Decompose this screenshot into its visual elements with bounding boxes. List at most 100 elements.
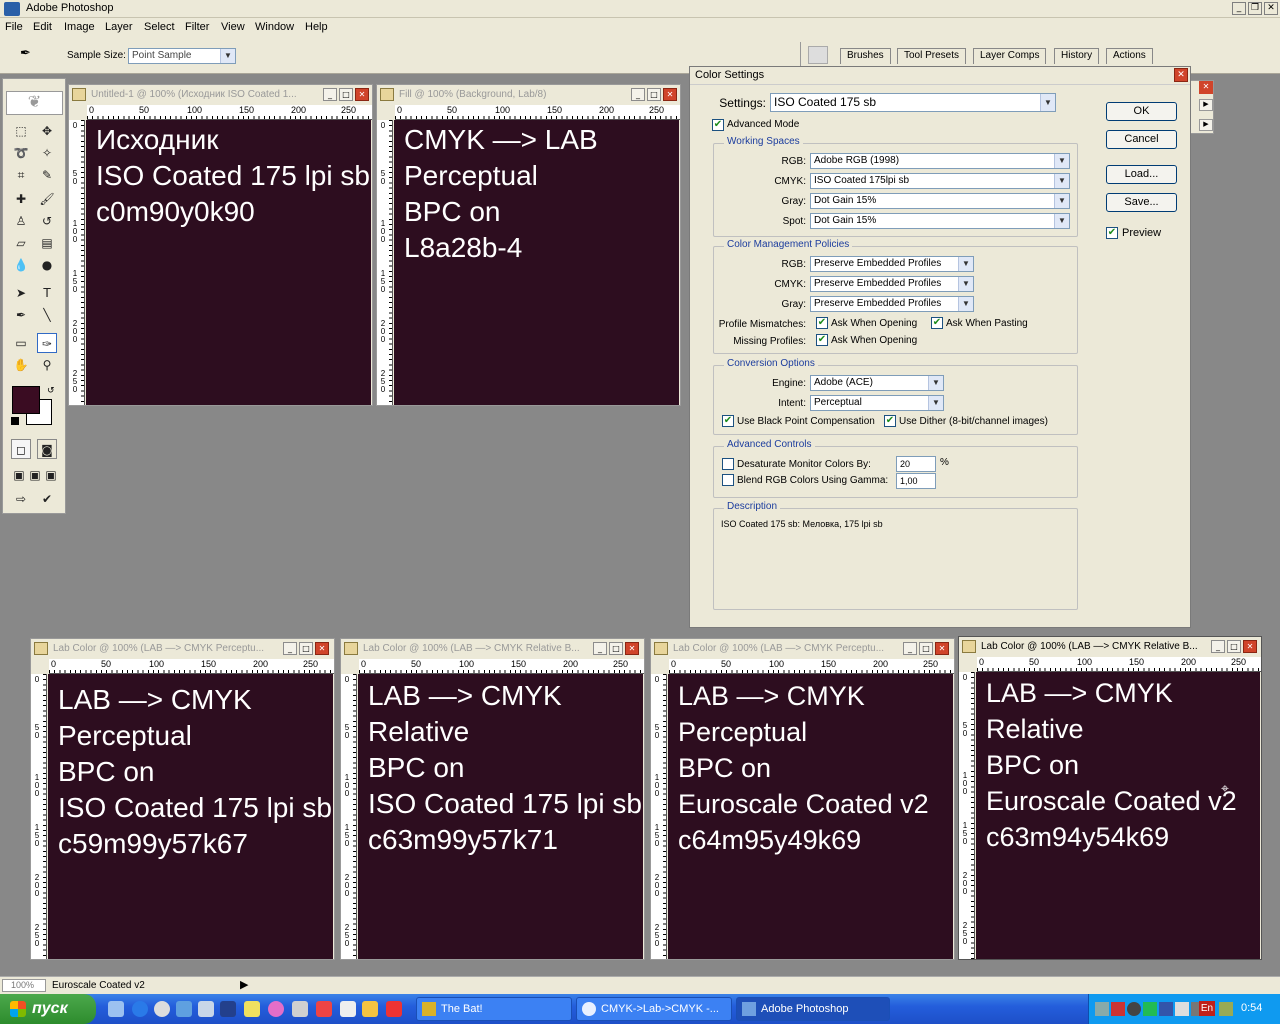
close-icon[interactable]: ✕: [663, 88, 677, 101]
task-browser[interactable]: CMYK->Lab->CMYK -...: [576, 997, 732, 1021]
document-canvas[interactable]: LAB —> CMYK Perceptual BPC on Euroscale …: [668, 674, 953, 959]
doc-title-bar[interactable]: Lab Color @ 100% (LAB —> CMYK Perceptu..…: [651, 639, 954, 659]
dialog-title-bar[interactable]: Color Settings ✕: [690, 67, 1190, 85]
ok-button[interactable]: OK: [1106, 102, 1177, 121]
sample-size-select[interactable]: Point Sample ▼: [128, 48, 236, 64]
eraser-tool-icon[interactable]: ▱: [11, 233, 31, 253]
ask-when-opening-checkbox[interactable]: ✔: [816, 317, 828, 329]
palette-menu-icon[interactable]: ▶: [1199, 119, 1213, 131]
menu-layer[interactable]: Layer: [105, 21, 133, 33]
zoom-field[interactable]: 100%: [2, 979, 46, 992]
explorer-icon[interactable]: [198, 1001, 214, 1017]
zoom-tool-icon[interactable]: ⚲: [37, 355, 57, 375]
feather-logo-icon[interactable]: ❦: [6, 91, 63, 115]
magic-wand-icon[interactable]: ✧: [37, 143, 57, 163]
close-icon[interactable]: ✕: [355, 88, 369, 101]
swap-colors-icon[interactable]: ↺: [47, 385, 55, 396]
menu-edit[interactable]: Edit: [33, 21, 52, 33]
type-tool-icon[interactable]: T: [37, 283, 57, 303]
tool-icon[interactable]: [292, 1001, 308, 1017]
bpc-checkbox[interactable]: ✔: [722, 415, 734, 427]
menu-select[interactable]: Select: [144, 21, 175, 33]
screen-mode-full-icon[interactable]: ▣: [41, 465, 61, 485]
doc-window-lab-1[interactable]: Lab Color @ 100% (LAB —> CMYK Perceptu..…: [30, 638, 335, 960]
gradient-tool-icon[interactable]: ▤: [37, 233, 57, 253]
app-icon[interactable]: [362, 1001, 378, 1017]
cmyk-policy-select[interactable]: Preserve Embedded Profiles ▼: [810, 276, 974, 292]
doc-title-bar[interactable]: Untitled-1 @ 100% (Исходник ISO Coated 1…: [69, 85, 372, 105]
maximize-icon[interactable]: □: [1227, 640, 1241, 653]
restore-icon[interactable]: ❐: [1248, 2, 1262, 15]
close-icon[interactable]: ✕: [1174, 68, 1188, 82]
desaturate-checkbox[interactable]: [722, 458, 734, 470]
maximize-icon[interactable]: □: [299, 642, 313, 655]
tab-brushes[interactable]: Brushes: [840, 48, 891, 64]
hand-tool-icon[interactable]: ✋: [11, 355, 31, 375]
minimize-icon[interactable]: _: [903, 642, 917, 655]
app-icon[interactable]: [340, 1001, 356, 1017]
blend-gamma-input[interactable]: 1,00: [896, 473, 936, 489]
maximize-icon[interactable]: □: [609, 642, 623, 655]
flower-icon[interactable]: [268, 1001, 284, 1017]
close-icon[interactable]: ✕: [1264, 2, 1278, 15]
app-icon[interactable]: [316, 1001, 332, 1017]
maximize-icon[interactable]: □: [339, 88, 353, 101]
clone-stamp-icon[interactable]: ♙: [11, 211, 31, 231]
gray-policy-select[interactable]: Preserve Embedded Profiles ▼: [810, 296, 974, 312]
tab-tool-presets[interactable]: Tool Presets: [897, 48, 967, 64]
preview-checkbox[interactable]: ✔: [1106, 227, 1118, 239]
cmyk-working-space-select[interactable]: ISO Coated 175lpi sb ▼: [810, 173, 1070, 189]
task-the-bat[interactable]: The Bat!: [416, 997, 572, 1021]
jump-to-icon[interactable]: ✔: [37, 489, 57, 509]
close-icon[interactable]: ✕: [1199, 81, 1213, 94]
history-brush-icon[interactable]: ↺: [37, 211, 57, 231]
close-icon[interactable]: ✕: [1243, 640, 1257, 653]
minimize-icon[interactable]: _: [631, 88, 645, 101]
document-canvas[interactable]: LAB —> CMYK Relative BPC on Euroscale Co…: [976, 672, 1260, 959]
tray-app-icon[interactable]: [1159, 1002, 1173, 1016]
menu-file[interactable]: File: [5, 21, 23, 33]
tab-actions[interactable]: Actions: [1106, 48, 1153, 64]
minimize-icon[interactable]: _: [323, 88, 337, 101]
doc-title-bar[interactable]: Lab Color @ 100% (LAB —> CMYK Relative B…: [341, 639, 644, 659]
intent-select[interactable]: Perceptual ▼: [810, 395, 944, 411]
menu-filter[interactable]: Filter: [185, 21, 209, 33]
task-photoshop[interactable]: Adobe Photoshop: [736, 997, 890, 1021]
blend-gamma-checkbox[interactable]: [722, 474, 734, 486]
media-player-icon[interactable]: [154, 1001, 170, 1017]
close-icon[interactable]: ✕: [935, 642, 949, 655]
document-canvas[interactable]: CMYK —> LAB Perceptual BPC on L8a28b-4: [394, 120, 679, 405]
move-tool-icon[interactable]: ✥: [37, 121, 57, 141]
save-disk-icon[interactable]: [220, 1001, 236, 1017]
antivirus-icon[interactable]: [1111, 1002, 1125, 1016]
rgb-policy-select[interactable]: Preserve Embedded Profiles ▼: [810, 256, 974, 272]
ie-icon[interactable]: [132, 1001, 148, 1017]
standard-mode-icon[interactable]: ◻: [11, 439, 31, 459]
maximize-icon[interactable]: □: [919, 642, 933, 655]
brush-tool-icon[interactable]: 🖌: [37, 189, 57, 209]
tray-app-icon[interactable]: [1175, 1002, 1189, 1016]
language-indicator[interactable]: En: [1199, 1001, 1215, 1016]
doc-window-lab-4[interactable]: Lab Color @ 100% (LAB —> CMYK Relative B…: [958, 636, 1262, 960]
ask-when-pasting-checkbox[interactable]: ✔: [931, 317, 943, 329]
doc-window-fill[interactable]: Fill @ 100% (Background, Lab/8) _ □ ✕ 0 …: [376, 84, 681, 406]
healing-brush-icon[interactable]: ✚: [11, 189, 31, 209]
minimize-icon[interactable]: _: [283, 642, 297, 655]
close-icon[interactable]: ✕: [315, 642, 329, 655]
document-canvas[interactable]: LAB —> CMYK Perceptual BPC on ISO Coated…: [48, 674, 333, 959]
start-button[interactable]: пуск: [0, 994, 96, 1024]
menu-view[interactable]: View: [221, 21, 245, 33]
rgb-working-space-select[interactable]: Adobe RGB (1998) ▼: [810, 153, 1070, 169]
status-menu-arrow-icon[interactable]: ▶: [240, 978, 248, 991]
doc-window-lab-2[interactable]: Lab Color @ 100% (LAB —> CMYK Relative B…: [340, 638, 645, 960]
eyedropper-preset-icon[interactable]: ✒: [20, 46, 42, 64]
gray-working-space-select[interactable]: Dot Gain 15% ▼: [810, 193, 1070, 209]
default-colors-icon[interactable]: [11, 417, 19, 425]
cancel-button[interactable]: Cancel: [1106, 130, 1177, 149]
menu-help[interactable]: Help: [305, 21, 328, 33]
menu-image[interactable]: Image: [64, 21, 95, 33]
spot-working-space-select[interactable]: Dot Gain 15% ▼: [810, 213, 1070, 229]
quicklaunch-icon[interactable]: [108, 1001, 124, 1017]
marquee-tool-icon[interactable]: ⬚: [11, 121, 31, 141]
line-tool-icon[interactable]: ╲: [37, 305, 57, 325]
